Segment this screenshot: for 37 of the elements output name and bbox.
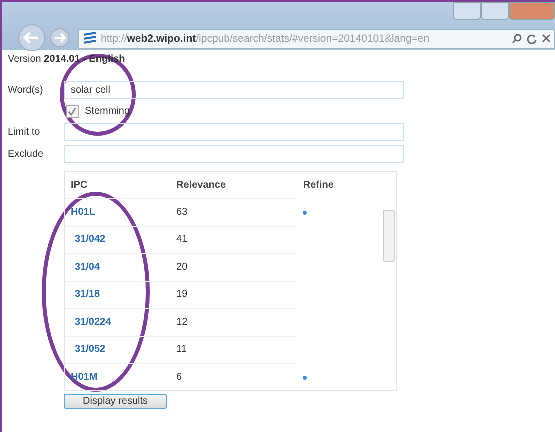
stemming-checkbox[interactable] [66,104,79,118]
ipc-code-link[interactable]: H01L [71,206,96,218]
back-button[interactable] [18,24,46,52]
forward-button[interactable] [50,28,70,48]
url-text: http://web2.wipo.int/ipcpub/search/stats/#version=20140101&lang=en [101,33,431,45]
field-label: Exclude [8,148,45,160]
column-header: Relevance [170,172,298,198]
relevance-cell: 41 [170,226,298,254]
ipc-code-link[interactable]: 31/052 [75,344,106,356]
exclude-field[interactable] [64,145,404,163]
search-icon[interactable] [512,34,522,44]
refine-dot-icon[interactable] [303,376,308,380]
ipc-code-link[interactable]: 31/0224 [75,316,112,328]
display-results-button[interactable]: Display results [64,394,168,409]
ipc-code-link[interactable]: 31/18 [75,289,100,300]
limit-field[interactable] [64,123,404,141]
column-header: Refine [302,178,335,193]
relevance-cell: 19 [170,281,298,308]
minimize-button[interactable] [453,2,481,20]
relevance-cell: 63 [170,198,298,226]
field-label: Word(s) [8,84,44,96]
ipc-code-link[interactable]: 31/04 [75,262,100,273]
relevance-cell: 20 [170,254,298,281]
relevance-cell: 12 [170,308,298,336]
site-icon [83,32,97,46]
words-field[interactable]: solar cell [64,81,404,99]
relevance-cell: 11 [170,336,298,364]
address-bar[interactable]: http://web2.wipo.int/ipcpub/search/stats/#version=20140101&lang=en [78,29,555,49]
field-label: Limit to [8,126,42,138]
refine-dot-icon[interactable] [303,210,308,215]
ipc-code-link[interactable]: 31/042 [75,234,106,246]
column-header: IPC [65,172,171,198]
relevance-cell: 6 [170,364,298,390]
maximize-button[interactable] [481,2,509,20]
refresh-icon[interactable] [527,34,537,44]
close-icon[interactable] [542,34,551,43]
ipc-code-link[interactable]: H01M [71,372,98,383]
